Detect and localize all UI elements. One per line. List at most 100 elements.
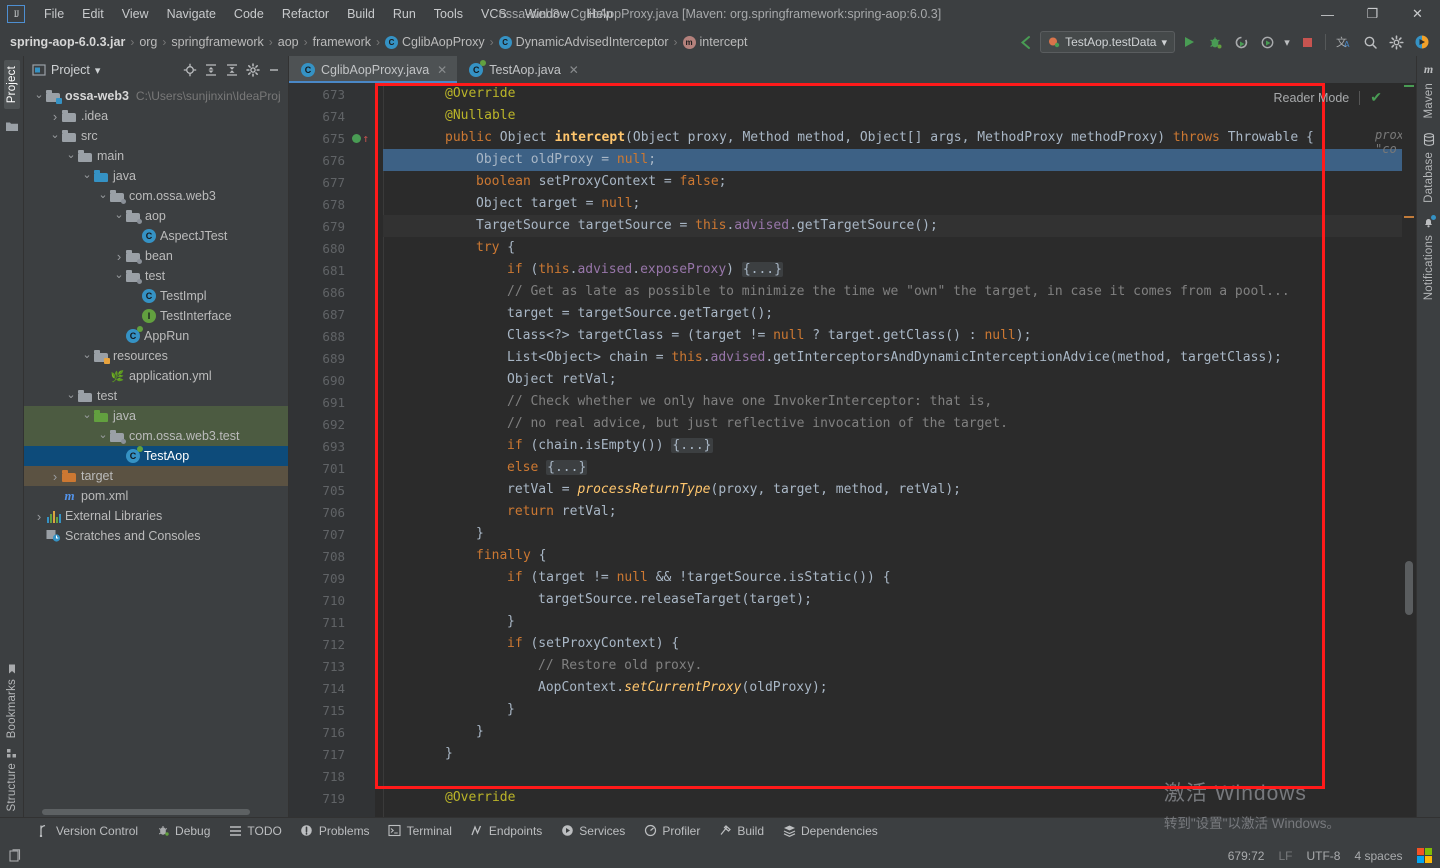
search-icon[interactable] xyxy=(1358,31,1382,53)
code-line[interactable]: @Override xyxy=(383,83,1402,105)
code-line[interactable]: Object retVal; xyxy=(383,369,1402,391)
tool-window-button-version-control[interactable]: Version Control xyxy=(28,821,147,841)
tool-window-button-todo[interactable]: TODO xyxy=(219,821,290,841)
code-line[interactable]: public Object intercept(Object proxy, Me… xyxy=(383,127,1402,149)
scrollbar-thumb[interactable] xyxy=(1405,561,1413,615)
chevron-down-icon[interactable]: ⌄ xyxy=(80,408,94,421)
gutter-line[interactable]: 681+ xyxy=(289,259,389,281)
code-line[interactable] xyxy=(383,765,1402,787)
chevron-right-icon[interactable]: › xyxy=(48,109,62,124)
breadcrumb-framework[interactable]: framework xyxy=(313,35,371,49)
tool-window-button-structure[interactable]: Structure xyxy=(6,747,18,811)
project-panel-title-group[interactable]: Project ▾ xyxy=(32,63,100,77)
tree-node-aop[interactable]: ⌄ aop xyxy=(24,206,288,226)
gutter-line[interactable]: 679 xyxy=(289,215,375,237)
tree-node-com-ossa-web3[interactable]: ⌄ com.ossa.web3 xyxy=(24,186,288,206)
chevron-down-icon[interactable]: ⌄ xyxy=(80,348,94,361)
close-icon[interactable]: ✕ xyxy=(569,63,579,77)
code-line[interactable]: if (chain.isEmpty()) {...} xyxy=(383,435,1402,457)
gutter-line[interactable]: 701+ xyxy=(289,457,389,479)
override-method-icon[interactable]: ↑ xyxy=(362,133,369,144)
menu-help[interactable]: Help xyxy=(578,3,622,25)
tree-node-aspectjtest[interactable]: C AspectJTest xyxy=(24,226,288,246)
gutter-line[interactable]: 690 xyxy=(289,369,375,391)
gutter-line[interactable]: 716 xyxy=(289,721,389,743)
tree-node-bean[interactable]: › bean xyxy=(24,246,288,266)
gutter-line[interactable]: 711 xyxy=(289,611,389,633)
tool-window-button-database[interactable]: Database xyxy=(1423,132,1435,202)
menu-run[interactable]: Run xyxy=(384,3,425,25)
gutter-line[interactable]: 687 xyxy=(289,303,375,325)
gear-icon[interactable] xyxy=(243,60,263,80)
gutter-line[interactable]: 692 xyxy=(289,413,389,435)
ide-assistant-icon[interactable] xyxy=(1410,31,1434,53)
tree-node-resources[interactable]: ⌄ resources xyxy=(24,346,288,366)
tree-node-com-ossa-web3-test[interactable]: ⌄ com.ossa.web3.test xyxy=(24,426,288,446)
tool-window-button-bookmarks[interactable]: Bookmarks xyxy=(6,663,18,739)
menu-refactor[interactable]: Refactor xyxy=(273,3,338,25)
tree-node-ossa-web3[interactable]: ⌄ ossa-web3 C:\Users\sunjinxin\IdeaProj xyxy=(24,86,288,106)
code-line[interactable]: } xyxy=(383,523,1402,545)
tree-node-pom-xml[interactable]: m pom.xml xyxy=(24,486,288,506)
menu-tools[interactable]: Tools xyxy=(425,3,472,25)
gutter-line[interactable]: 676 xyxy=(289,149,375,171)
tree-node-java[interactable]: ⌄ java xyxy=(24,166,288,186)
breadcrumb-dynamicadvisedinterceptor[interactable]: C DynamicAdvisedInterceptor xyxy=(498,35,669,49)
code-line[interactable]: } xyxy=(383,721,1402,743)
profile-chevron-down-icon[interactable]: ▾ xyxy=(1281,31,1293,53)
tree-node-apprun[interactable]: C AppRun xyxy=(24,326,288,346)
chevron-right-icon[interactable]: › xyxy=(32,509,46,524)
menu-navigate[interactable]: Navigate xyxy=(158,3,225,25)
tool-window-button-problems[interactable]: Problems xyxy=(291,821,379,841)
tree-node-main[interactable]: ⌄ main xyxy=(24,146,288,166)
close-button[interactable]: ✕ xyxy=(1395,0,1440,28)
chevron-right-icon[interactable]: › xyxy=(48,469,62,484)
gear-icon[interactable] xyxy=(1384,31,1408,53)
editor-gutter[interactable]: 673–674675↑–676677678679680–681+68668768… xyxy=(289,83,389,817)
gutter-line[interactable]: 705 xyxy=(289,479,375,501)
menu-vcs[interactable]: VCS xyxy=(472,3,516,25)
tool-window-button-profiler[interactable]: Profiler xyxy=(634,821,709,841)
translate-icon[interactable]: 文A xyxy=(1332,31,1356,53)
code-line[interactable]: finally { xyxy=(383,545,1402,567)
code-line[interactable]: try { xyxy=(383,237,1402,259)
run-configuration-selector[interactable]: TestAop.testData ▾ xyxy=(1040,31,1175,53)
gutter-line[interactable]: 719 xyxy=(289,787,375,809)
tool-window-button-project[interactable]: Project xyxy=(3,60,20,110)
tool-window-button-build[interactable]: Build xyxy=(709,821,773,841)
code-line[interactable]: @Override xyxy=(383,787,1402,809)
tree-node-target[interactable]: › target xyxy=(24,466,288,486)
tab-testaop[interactable]: C TestAop.java ✕ xyxy=(457,56,589,83)
inspection-ok-check-icon[interactable]: ✔ xyxy=(1370,89,1382,106)
code-line[interactable]: } xyxy=(383,699,1402,721)
close-icon[interactable]: ✕ xyxy=(437,63,447,77)
chevron-right-icon[interactable]: › xyxy=(112,249,126,264)
code-line[interactable]: boolean setProxyContext = false; xyxy=(383,171,1402,193)
code-line[interactable]: // no real advice, but just reflective i… xyxy=(383,413,1402,435)
gutter-line[interactable]: 686 xyxy=(289,281,375,303)
gutter-line[interactable]: 674 xyxy=(289,105,389,127)
code-viewport[interactable]: @Override @Nullable public Object intercep… xyxy=(375,83,1402,817)
tool-window-button-notifications[interactable]: Notifications xyxy=(1422,215,1436,301)
gutter-line[interactable]: 706 xyxy=(289,501,375,523)
code-line[interactable]: TargetSource targetSource = this.advised… xyxy=(383,215,1402,237)
breadcrumb-cglibaopproxy[interactable]: C CglibAopProxy xyxy=(384,35,485,49)
gutter-line[interactable]: 677 xyxy=(289,171,375,193)
tree-node-idea[interactable]: › .idea xyxy=(24,106,288,126)
file-encoding[interactable]: UTF-8 xyxy=(1306,849,1340,863)
tree-node-test[interactable]: ⌄ test xyxy=(24,266,288,286)
tree-node-external-libraries[interactable]: › External Libraries xyxy=(24,506,288,526)
code-line[interactable]: if (setProxyContext) { xyxy=(383,633,1402,655)
tree-node-scratches-and-consoles[interactable]: Scratches and Consoles xyxy=(24,526,288,546)
breadcrumb-org[interactable]: org xyxy=(139,35,157,49)
gutter-line[interactable]: 718 xyxy=(289,765,375,787)
run-icon[interactable] xyxy=(1177,31,1201,53)
code-line[interactable]: // Get as late as possible to minimize t… xyxy=(383,281,1402,303)
breadcrumb-intercept[interactable]: m intercept xyxy=(682,35,747,49)
code-line[interactable]: targetSource.releaseTarget(target); xyxy=(383,589,1402,611)
caret-position[interactable]: 679:72 xyxy=(1228,849,1265,863)
indent-setting[interactable]: 4 spaces xyxy=(1354,849,1402,863)
code-line[interactable]: if (this.advised.exposeProxy) {...} xyxy=(383,259,1402,281)
tool-window-button-dependencies[interactable]: Dependencies xyxy=(773,821,887,841)
chevron-down-icon[interactable]: ⌄ xyxy=(112,268,126,281)
